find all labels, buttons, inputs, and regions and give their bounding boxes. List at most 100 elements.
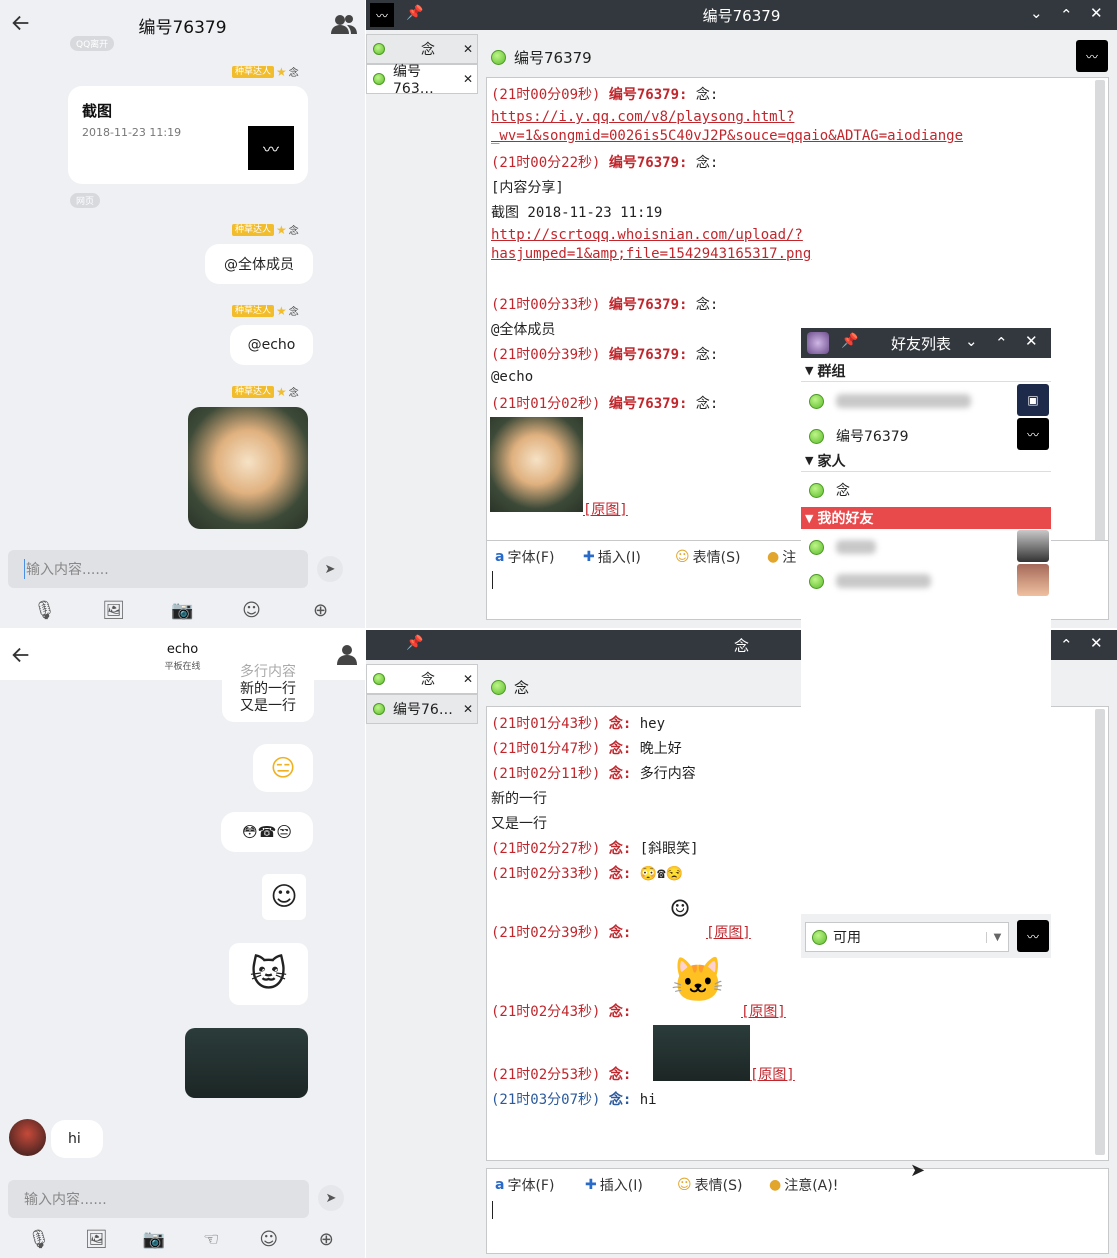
- plus-icon[interactable]: ⊕: [311, 1229, 341, 1250]
- hand-icon[interactable]: ☜: [196, 1229, 226, 1250]
- original-image-link[interactable]: [原图]: [750, 1064, 795, 1084]
- contact-avatar[interactable]: 〰: [1076, 40, 1108, 72]
- status-dropdown[interactable]: 可用 ▼: [805, 922, 1009, 952]
- emoji-button[interactable]: ☺ 表情(S): [677, 1175, 742, 1195]
- chevron-up-icon[interactable]: ⌃: [1060, 6, 1073, 24]
- camera-icon[interactable]: 📷: [139, 1229, 169, 1250]
- pin-icon[interactable]: 📌: [406, 635, 423, 651]
- tab-active-chat[interactable]: 念 ✕: [366, 664, 478, 694]
- tab-nian[interactable]: 念 ✕: [366, 34, 478, 64]
- close-tab-icon[interactable]: ✕: [463, 672, 473, 686]
- chevron-up-icon[interactable]: ⌃: [995, 334, 1008, 352]
- pin-icon[interactable]: 📌: [841, 333, 858, 349]
- microphone-icon[interactable]: 🎙: [30, 600, 60, 621]
- profile-icon[interactable]: [337, 644, 357, 666]
- message-input[interactable]: 输入内容......: [8, 1180, 309, 1218]
- dog-photo[interactable]: [188, 407, 308, 529]
- message-input[interactable]: [491, 1201, 1101, 1249]
- close-tab-icon[interactable]: ✕: [463, 72, 473, 86]
- insert-button[interactable]: ✚ 插入(I): [583, 547, 641, 567]
- log-line: (21时02分39秒) 念:: [491, 925, 632, 941]
- original-image-link[interactable]: [原图]: [706, 922, 751, 942]
- friend-row[interactable]: [801, 564, 1051, 598]
- original-image-link[interactable]: [原图]: [583, 499, 628, 519]
- friend-row[interactable]: [801, 384, 1051, 418]
- tab-group-chat[interactable]: 编号76… ✕: [366, 694, 478, 724]
- close-tab-icon[interactable]: ✕: [463, 42, 473, 56]
- cat-sticker-image[interactable]: 🐱: [655, 947, 741, 1013]
- alert-icon: ●: [769, 1177, 782, 1193]
- group-members-icon[interactable]: [331, 13, 357, 35]
- chevron-down-icon[interactable]: ⌄: [965, 332, 978, 350]
- microphone-icon[interactable]: 🎙: [24, 1229, 54, 1250]
- log-line: (21时00分22秒) 编号76379: 念:: [491, 155, 719, 171]
- window-titlebar[interactable]: 〰 📌 编号76379 ⌄ ⌃ ✕: [366, 0, 1117, 30]
- video-thumbnail[interactable]: [653, 1025, 750, 1081]
- log-link[interactable]: https://i.y.qq.com/v8/playsong.html?: [491, 109, 794, 125]
- emoji-icon[interactable]: ☺: [254, 1229, 284, 1250]
- friend-row[interactable]: 念: [801, 474, 1051, 506]
- scrollbar[interactable]: [1095, 709, 1105, 1155]
- log-text: 新的一行: [491, 791, 547, 807]
- video-thumbnail[interactable]: [185, 1028, 308, 1098]
- log-line: (21时00分09秒) 编号76379: 念:: [491, 87, 719, 103]
- friend-row[interactable]: 编号76379: [801, 419, 1051, 453]
- close-icon[interactable]: ✕: [1090, 634, 1103, 652]
- font-button[interactable]: a 字体(F): [495, 547, 554, 567]
- sticker-image[interactable]: ☺: [657, 885, 703, 933]
- cat-sticker-image[interactable]: 🐱: [229, 943, 308, 1005]
- share-card[interactable]: 截图 2018-11-23 11:19 〰: [68, 86, 308, 184]
- bottom-mobile-chat: echo 平板在线 多行内容 新的一行 又是一行 😑 😳☎😒 ☺ 🐱 hi 输入…: [0, 630, 365, 1258]
- close-icon[interactable]: ✕: [1025, 332, 1038, 350]
- emoji-icon[interactable]: ☺: [237, 600, 267, 621]
- dog-photo[interactable]: [490, 417, 583, 512]
- group-avatar: 〰: [1017, 418, 1049, 450]
- dropdown-arrow-icon: ▼: [986, 931, 1008, 943]
- close-icon[interactable]: ✕: [1090, 4, 1103, 22]
- log-link[interactable]: hasjumped=1&amp;file=1542943165317.png: [491, 246, 811, 262]
- friend-row[interactable]: [801, 530, 1051, 564]
- image-icon[interactable]: 🖼: [81, 1229, 111, 1250]
- web-pill: 网页: [70, 193, 101, 208]
- group-header-groups[interactable]: ▼ 群组: [801, 360, 1051, 382]
- log-link[interactable]: _wv=1&songmid=0026is5C40vJ2P&souce=qqaio…: [491, 128, 963, 144]
- log-text: 截图 2018-11-23 11:19: [491, 205, 663, 221]
- sticker-image[interactable]: ☺: [262, 874, 306, 920]
- attention-button[interactable]: ● 注: [767, 547, 796, 567]
- friends-list-titlebar[interactable]: 📌 好友列表 ⌄ ⌃ ✕: [801, 328, 1051, 358]
- attention-button[interactable]: ● 注意(A)!: [769, 1175, 838, 1195]
- multiline-bubble: 多行内容 新的一行 又是一行: [222, 660, 314, 722]
- emoji-icon: ☺: [675, 549, 690, 565]
- camera-icon[interactable]: 📷: [168, 600, 198, 621]
- my-avatar[interactable]: 〰: [1017, 920, 1049, 952]
- chevron-up-icon[interactable]: ⌃: [1060, 636, 1073, 654]
- plus-icon: ✚: [583, 549, 595, 565]
- image-icon[interactable]: 🖼: [99, 600, 129, 621]
- online-status-icon: [491, 680, 506, 695]
- font-icon: a: [495, 1177, 505, 1193]
- chevron-down-icon[interactable]: ⌄: [1030, 4, 1043, 22]
- card-date: 2018-11-23 11:19: [82, 126, 182, 139]
- plus-icon[interactable]: ⊕: [306, 600, 336, 621]
- sender-tag: 种草达人 ★ 念: [232, 303, 299, 318]
- window-logo-icon: 〰: [370, 3, 394, 27]
- avatar[interactable]: [9, 1119, 46, 1156]
- send-button[interactable]: ➤: [318, 1185, 344, 1211]
- font-button[interactable]: a 字体(F): [495, 1175, 554, 1195]
- back-arrow-icon[interactable]: [10, 12, 32, 34]
- emoji-button[interactable]: ☺ 表情(S): [675, 547, 740, 567]
- log-line: (21时02分27秒) 念: [斜眼笑]: [491, 841, 699, 857]
- card-title: 截图: [82, 102, 113, 120]
- insert-button[interactable]: ✚ 插入(I): [585, 1175, 643, 1195]
- send-button[interactable]: ➤: [317, 556, 343, 582]
- log-link[interactable]: http://scrtoqq.whoisnian.com/upload/?: [491, 227, 803, 243]
- pin-icon[interactable]: 📌: [406, 5, 423, 21]
- message-input[interactable]: 输入内容......: [8, 550, 308, 588]
- scrollbar[interactable]: [1095, 80, 1105, 556]
- original-image-link[interactable]: [原图]: [741, 1001, 786, 1021]
- log-text: 又是一行: [491, 816, 547, 832]
- tab-active-chat[interactable]: 编号763… ✕: [366, 64, 478, 97]
- group-header-family[interactable]: ▼ 家人: [801, 450, 1051, 472]
- close-tab-icon[interactable]: ✕: [463, 702, 473, 716]
- group-header-friends[interactable]: ▼ 我的好友: [801, 507, 1051, 529]
